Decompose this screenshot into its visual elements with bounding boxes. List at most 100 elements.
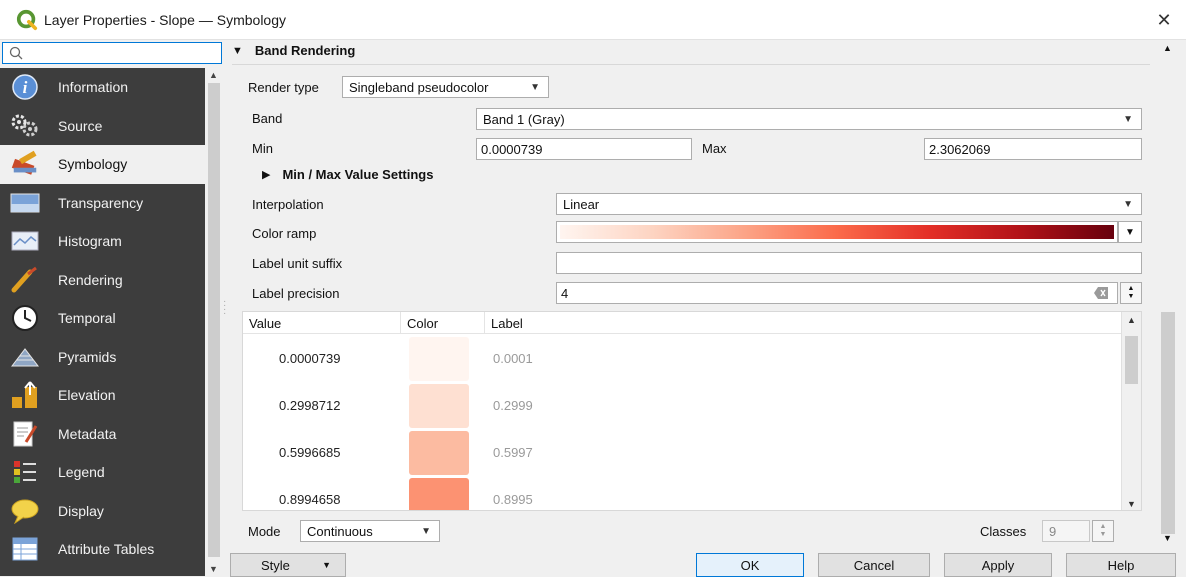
column-header-label: Value xyxy=(249,315,282,331)
table-row[interactable]: 0.2998712 0.2999 xyxy=(243,382,1123,429)
row-color-cell[interactable] xyxy=(401,336,477,381)
sidebar-item-label: Display xyxy=(58,502,104,519)
window-title: Layer Properties - Slope — Symbology xyxy=(44,11,286,28)
style-button[interactable]: Style ▼ xyxy=(230,553,346,577)
sidebar-item-source[interactable]: Source xyxy=(0,107,205,146)
cancel-button-label: Cancel xyxy=(853,557,895,573)
color-class-table: Value Color Label 0.0000739 0.0001 0.299… xyxy=(242,311,1142,511)
row-label: 0.0001 xyxy=(493,351,533,366)
band-rendering-header[interactable]: ▼ Band Rendering xyxy=(232,43,355,58)
label-precision-input[interactable]: 4 xyxy=(556,282,1118,304)
sidebar-item-histogram[interactable]: Histogram xyxy=(0,222,205,261)
collapse-triangle-icon: ▼ xyxy=(232,44,243,57)
sidebar-item-temporal[interactable]: Temporal xyxy=(0,299,205,338)
sidebar-item-rendering[interactable]: Rendering xyxy=(0,261,205,300)
color-swatch[interactable] xyxy=(409,430,469,475)
search-input[interactable] xyxy=(27,44,207,62)
symbology-icon xyxy=(10,149,40,179)
table-scrollbar[interactable]: ▲ ▼ xyxy=(1121,312,1141,510)
ok-button-label: OK xyxy=(740,557,760,573)
source-icon xyxy=(10,111,40,141)
sidebar-item-label: Transparency xyxy=(58,194,144,211)
chevron-down-icon: ▼ xyxy=(1123,113,1133,125)
close-button[interactable]: ✕ xyxy=(1152,8,1176,32)
sidebar-item-metadata[interactable]: Metadata xyxy=(0,415,205,454)
sidebar-item-label: Rendering xyxy=(58,271,123,288)
sidebar-item-elevation[interactable]: Elevation xyxy=(0,376,205,415)
scroll-down-icon[interactable]: ▼ xyxy=(1163,533,1172,543)
style-button-label: Style xyxy=(261,557,290,573)
label-precision-value: 4 xyxy=(561,285,569,301)
interpolation-value: Linear xyxy=(563,196,600,212)
row-color-cell[interactable] xyxy=(401,383,477,428)
main-scrollbar[interactable]: ▲ ▼ xyxy=(1158,40,1178,546)
render-type-select[interactable]: Singleband pseudocolor ▼ xyxy=(342,76,549,98)
row-color-cell[interactable] xyxy=(401,477,477,510)
legend-icon xyxy=(10,457,40,487)
classes-input[interactable]: 9 xyxy=(1042,520,1090,542)
scroll-down-icon[interactable]: ▼ xyxy=(1127,499,1136,509)
minmax-settings-header[interactable]: ▶ Min / Max Value Settings xyxy=(262,167,433,182)
min-field[interactable]: 0.0000739 xyxy=(476,138,692,160)
table-header: Value Color Label xyxy=(243,312,1123,334)
label-unit-suffix-input[interactable] xyxy=(556,252,1142,274)
classes-stepper[interactable]: ▲ ▼ xyxy=(1092,520,1114,542)
color-ramp-label: Color ramp xyxy=(252,226,317,241)
spin-down-icon[interactable]: ▼ xyxy=(1100,531,1107,539)
scrollbar-thumb[interactable] xyxy=(1125,336,1138,384)
color-ramp-preview xyxy=(560,225,1114,239)
band-label: Band xyxy=(252,111,283,126)
chevron-down-icon: ▼ xyxy=(1125,226,1135,238)
table-row[interactable]: 0.5996685 0.5997 xyxy=(243,429,1123,476)
display-icon xyxy=(10,496,40,526)
column-header-value[interactable]: Value xyxy=(243,312,401,334)
mode-label: Mode xyxy=(248,524,281,539)
clear-icon[interactable] xyxy=(1093,286,1109,303)
sidebar-item-label: Symbology xyxy=(58,156,128,173)
scrollbar-thumb[interactable] xyxy=(208,83,220,557)
color-swatch[interactable] xyxy=(409,383,469,428)
scroll-down-icon[interactable]: ▼ xyxy=(209,564,218,574)
scroll-up-icon[interactable]: ▲ xyxy=(1163,43,1172,53)
row-color-cell[interactable] xyxy=(401,430,477,475)
apply-button[interactable]: Apply xyxy=(944,553,1052,577)
label-precision-stepper[interactable]: ▲ ▼ xyxy=(1120,282,1142,304)
splitter-handle[interactable]: · · · · xyxy=(223,297,226,319)
row-value: 0.0000739 xyxy=(279,351,341,366)
elevation-icon xyxy=(10,380,40,410)
sidebar-item-information[interactable]: i Information xyxy=(0,68,205,107)
sidebar-item-symbology[interactable]: Symbology xyxy=(0,145,205,184)
column-header-label[interactable]: Label xyxy=(485,312,1123,334)
sidebar-item-pyramids[interactable]: Pyramids xyxy=(0,338,205,377)
qgis-logo-icon xyxy=(16,9,38,30)
color-swatch[interactable] xyxy=(409,477,469,510)
color-swatch[interactable] xyxy=(409,336,469,381)
cancel-button[interactable]: Cancel xyxy=(818,553,930,577)
transparency-icon xyxy=(10,188,40,218)
color-ramp-button[interactable] xyxy=(556,221,1118,243)
mode-select[interactable]: Continuous ▼ xyxy=(300,520,440,542)
scroll-up-icon[interactable]: ▲ xyxy=(209,70,218,80)
ok-button[interactable]: OK xyxy=(696,553,804,577)
sidebar-item-transparency[interactable]: Transparency xyxy=(0,184,205,223)
max-field[interactable]: 2.3062069 xyxy=(924,138,1142,160)
spin-down-icon[interactable]: ▼ xyxy=(1128,293,1135,301)
sidebar-item-attribute-tables[interactable]: Attribute Tables xyxy=(0,530,205,569)
spin-up-icon[interactable]: ▲ xyxy=(1100,523,1107,531)
sidebar-item-legend[interactable]: Legend xyxy=(0,453,205,492)
sidebar-scrollbar[interactable]: ▲ ▼ xyxy=(205,68,223,576)
scrollbar-thumb[interactable] xyxy=(1161,312,1175,534)
band-value: Band 1 (Gray) xyxy=(483,111,565,127)
band-select[interactable]: Band 1 (Gray) ▼ xyxy=(476,108,1142,130)
sidebar-item-display[interactable]: Display xyxy=(0,492,205,531)
label-precision-label: Label precision xyxy=(252,286,340,301)
help-button[interactable]: Help xyxy=(1066,553,1176,577)
scroll-up-icon[interactable]: ▲ xyxy=(1127,315,1136,325)
interpolation-select[interactable]: Linear ▼ xyxy=(556,193,1142,215)
table-row[interactable]: 0.8994658 0.8995 xyxy=(243,476,1123,510)
column-header-color[interactable]: Color xyxy=(401,312,485,334)
search-box[interactable] xyxy=(2,42,222,64)
spin-up-icon[interactable]: ▲ xyxy=(1128,285,1135,293)
table-row[interactable]: 0.0000739 0.0001 xyxy=(243,335,1123,382)
color-ramp-dropdown[interactable]: ▼ xyxy=(1118,221,1142,243)
